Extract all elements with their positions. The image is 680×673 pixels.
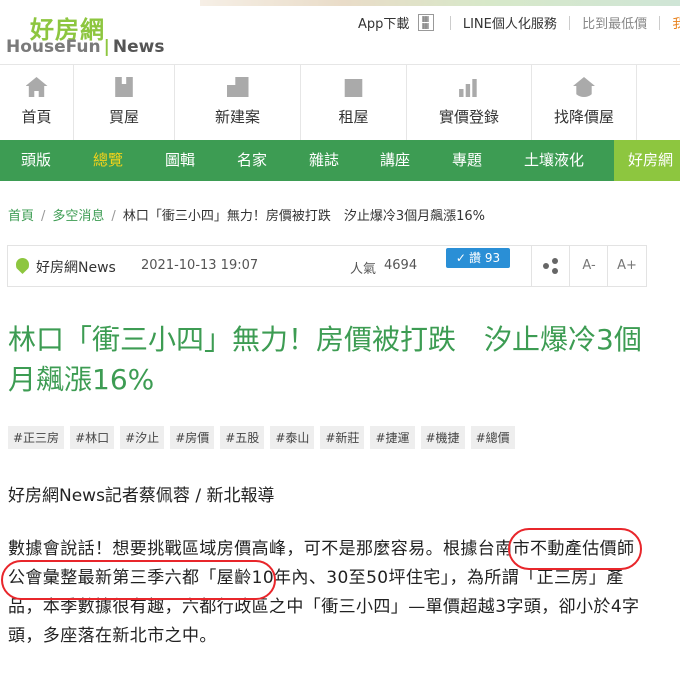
breadcrumb-section[interactable]: 多空消息 bbox=[52, 209, 104, 224]
nav-label: 買屋 bbox=[108, 108, 139, 126]
tag-item[interactable]: #泰山 bbox=[270, 426, 315, 449]
logo-news-text: News bbox=[112, 37, 165, 57]
category-special[interactable]: 專題 bbox=[452, 140, 482, 181]
like-label: 讚 bbox=[468, 251, 481, 265]
like-button[interactable]: ✓ 讚 93 bbox=[446, 248, 510, 268]
tag-item[interactable]: #捷運 bbox=[370, 426, 415, 449]
font-smaller-button[interactable]: A- bbox=[569, 246, 608, 286]
app-download-link[interactable]: App下載 bbox=[358, 13, 409, 32]
nav-label: 實價登錄 bbox=[438, 108, 499, 126]
nav-label: 首頁 bbox=[21, 108, 52, 126]
tag-item[interactable]: #林口 bbox=[70, 426, 115, 449]
source-brand[interactable]: 好房網News bbox=[36, 257, 116, 277]
location-pin-icon bbox=[16, 258, 29, 274]
main-nav: 首頁 買屋 新建案 租屋 實價登錄 找降價屋 bbox=[0, 64, 680, 142]
tag-item[interactable]: #五股 bbox=[220, 426, 265, 449]
tag-item[interactable]: #總價 bbox=[470, 426, 515, 449]
breadcrumb-separator: / bbox=[111, 209, 116, 224]
bar-chart-icon bbox=[459, 79, 477, 97]
tag-item[interactable]: #房價 bbox=[170, 426, 215, 449]
line-service-link[interactable]: LINE個人化服務 bbox=[463, 13, 557, 32]
like-count: 93 bbox=[484, 251, 501, 265]
divider bbox=[659, 15, 661, 30]
highlight-circle bbox=[508, 528, 642, 570]
city-icon bbox=[226, 77, 249, 97]
font-larger-button[interactable]: A+ bbox=[607, 246, 646, 286]
tag-item[interactable]: #新莊 bbox=[320, 426, 365, 449]
logo-housefun-text: HouseFun bbox=[6, 37, 101, 57]
check-icon: ✓ bbox=[455, 251, 466, 265]
category-gallery[interactable]: 圖輯 bbox=[165, 140, 195, 181]
apartment-icon bbox=[344, 79, 363, 97]
category-experts[interactable]: 名家 bbox=[237, 140, 267, 181]
house-down-icon bbox=[573, 77, 595, 97]
nav-buy[interactable]: 買屋 bbox=[74, 65, 174, 141]
category-housefun[interactable]: 好房網 bbox=[614, 140, 680, 181]
category-magazine[interactable]: 雜誌 bbox=[309, 140, 339, 181]
site-header: 好房網 HouseFun | News App下載 ▦ ▦ LINE個人化服務 比到最… bbox=[0, 0, 680, 64]
nav-price-drop[interactable]: 找降價屋 bbox=[532, 65, 636, 141]
nav-label: 租屋 bbox=[338, 108, 369, 126]
nav-rent[interactable]: 租屋 bbox=[301, 65, 406, 141]
breadcrumb-current: 林口「衝三小四」無力！房價被打跌 汐止爆冷3個月飆漲16% bbox=[122, 209, 485, 224]
my-account-link[interactable]: 我要 bbox=[672, 13, 680, 32]
category-seminar[interactable]: 講座 bbox=[380, 140, 410, 181]
top-links: App下載 ▦▦ LINE個人化服務 比到最低價 我要 bbox=[358, 13, 680, 32]
views-count: 4694 bbox=[384, 258, 418, 273]
nav-home[interactable]: 首頁 bbox=[0, 65, 73, 141]
article-byline: 好房網News記者蔡佩蓉 / 新北報導 bbox=[8, 486, 275, 506]
tag-list: #正三房 #林口 #汐止 #房價 #五股 #泰山 #新莊 #捷運 #機捷 #總價 bbox=[8, 426, 521, 449]
breadcrumb: 首頁 / 多空消息 / 林口「衝三小四」無力！房價被打跌 汐止爆冷3個月飆漲16% bbox=[8, 205, 485, 224]
tag-item[interactable]: #機捷 bbox=[420, 426, 465, 449]
divider bbox=[636, 65, 637, 141]
share-button[interactable] bbox=[531, 246, 570, 286]
nav-new-project[interactable]: 新建案 bbox=[175, 65, 300, 141]
nav-label: 找降價屋 bbox=[553, 108, 614, 126]
nav-price-registry[interactable]: 實價登錄 bbox=[407, 65, 531, 141]
category-overview[interactable]: 總覽 bbox=[93, 140, 123, 181]
category-bar: 頭版 總覽 圖輯 名家 雜誌 講座 專題 土壤液化 好房網 bbox=[0, 140, 680, 181]
tag-item[interactable]: #正三房 bbox=[8, 426, 65, 449]
highlight-circle bbox=[1, 560, 276, 600]
tag-item[interactable]: #汐止 bbox=[120, 426, 165, 449]
top-banner-image[interactable] bbox=[200, 0, 680, 6]
logo-housefun-news[interactable]: HouseFun | News bbox=[6, 37, 164, 57]
views-label: 人氣 bbox=[350, 262, 377, 277]
divider bbox=[449, 15, 451, 30]
logo-divider: | bbox=[103, 37, 110, 57]
category-front-page[interactable]: 頭版 bbox=[21, 140, 51, 181]
divider bbox=[568, 15, 570, 30]
publish-date: 2021-10-13 19:07 bbox=[141, 258, 259, 273]
breadcrumb-separator: / bbox=[41, 209, 46, 224]
building-icon bbox=[115, 77, 133, 97]
qr-code-icon[interactable]: ▦ ▦ bbox=[417, 14, 434, 31]
share-icon bbox=[543, 257, 559, 274]
category-soil-liquefaction[interactable]: 土壤液化 bbox=[524, 140, 584, 181]
article-title: 林口「衝三小四」無力！房價被打跌 汐止爆冷3個月飆漲16% bbox=[8, 323, 642, 396]
article-meta-bar: 好房網News 2021-10-13 19:07 人氣 4694 ✓ 讚 93 A… bbox=[7, 245, 647, 287]
nav-label: 新建案 bbox=[214, 108, 260, 126]
lowest-price-link[interactable]: 比到最低價 bbox=[582, 13, 647, 32]
home-icon bbox=[25, 77, 48, 97]
breadcrumb-home[interactable]: 首頁 bbox=[8, 209, 34, 224]
